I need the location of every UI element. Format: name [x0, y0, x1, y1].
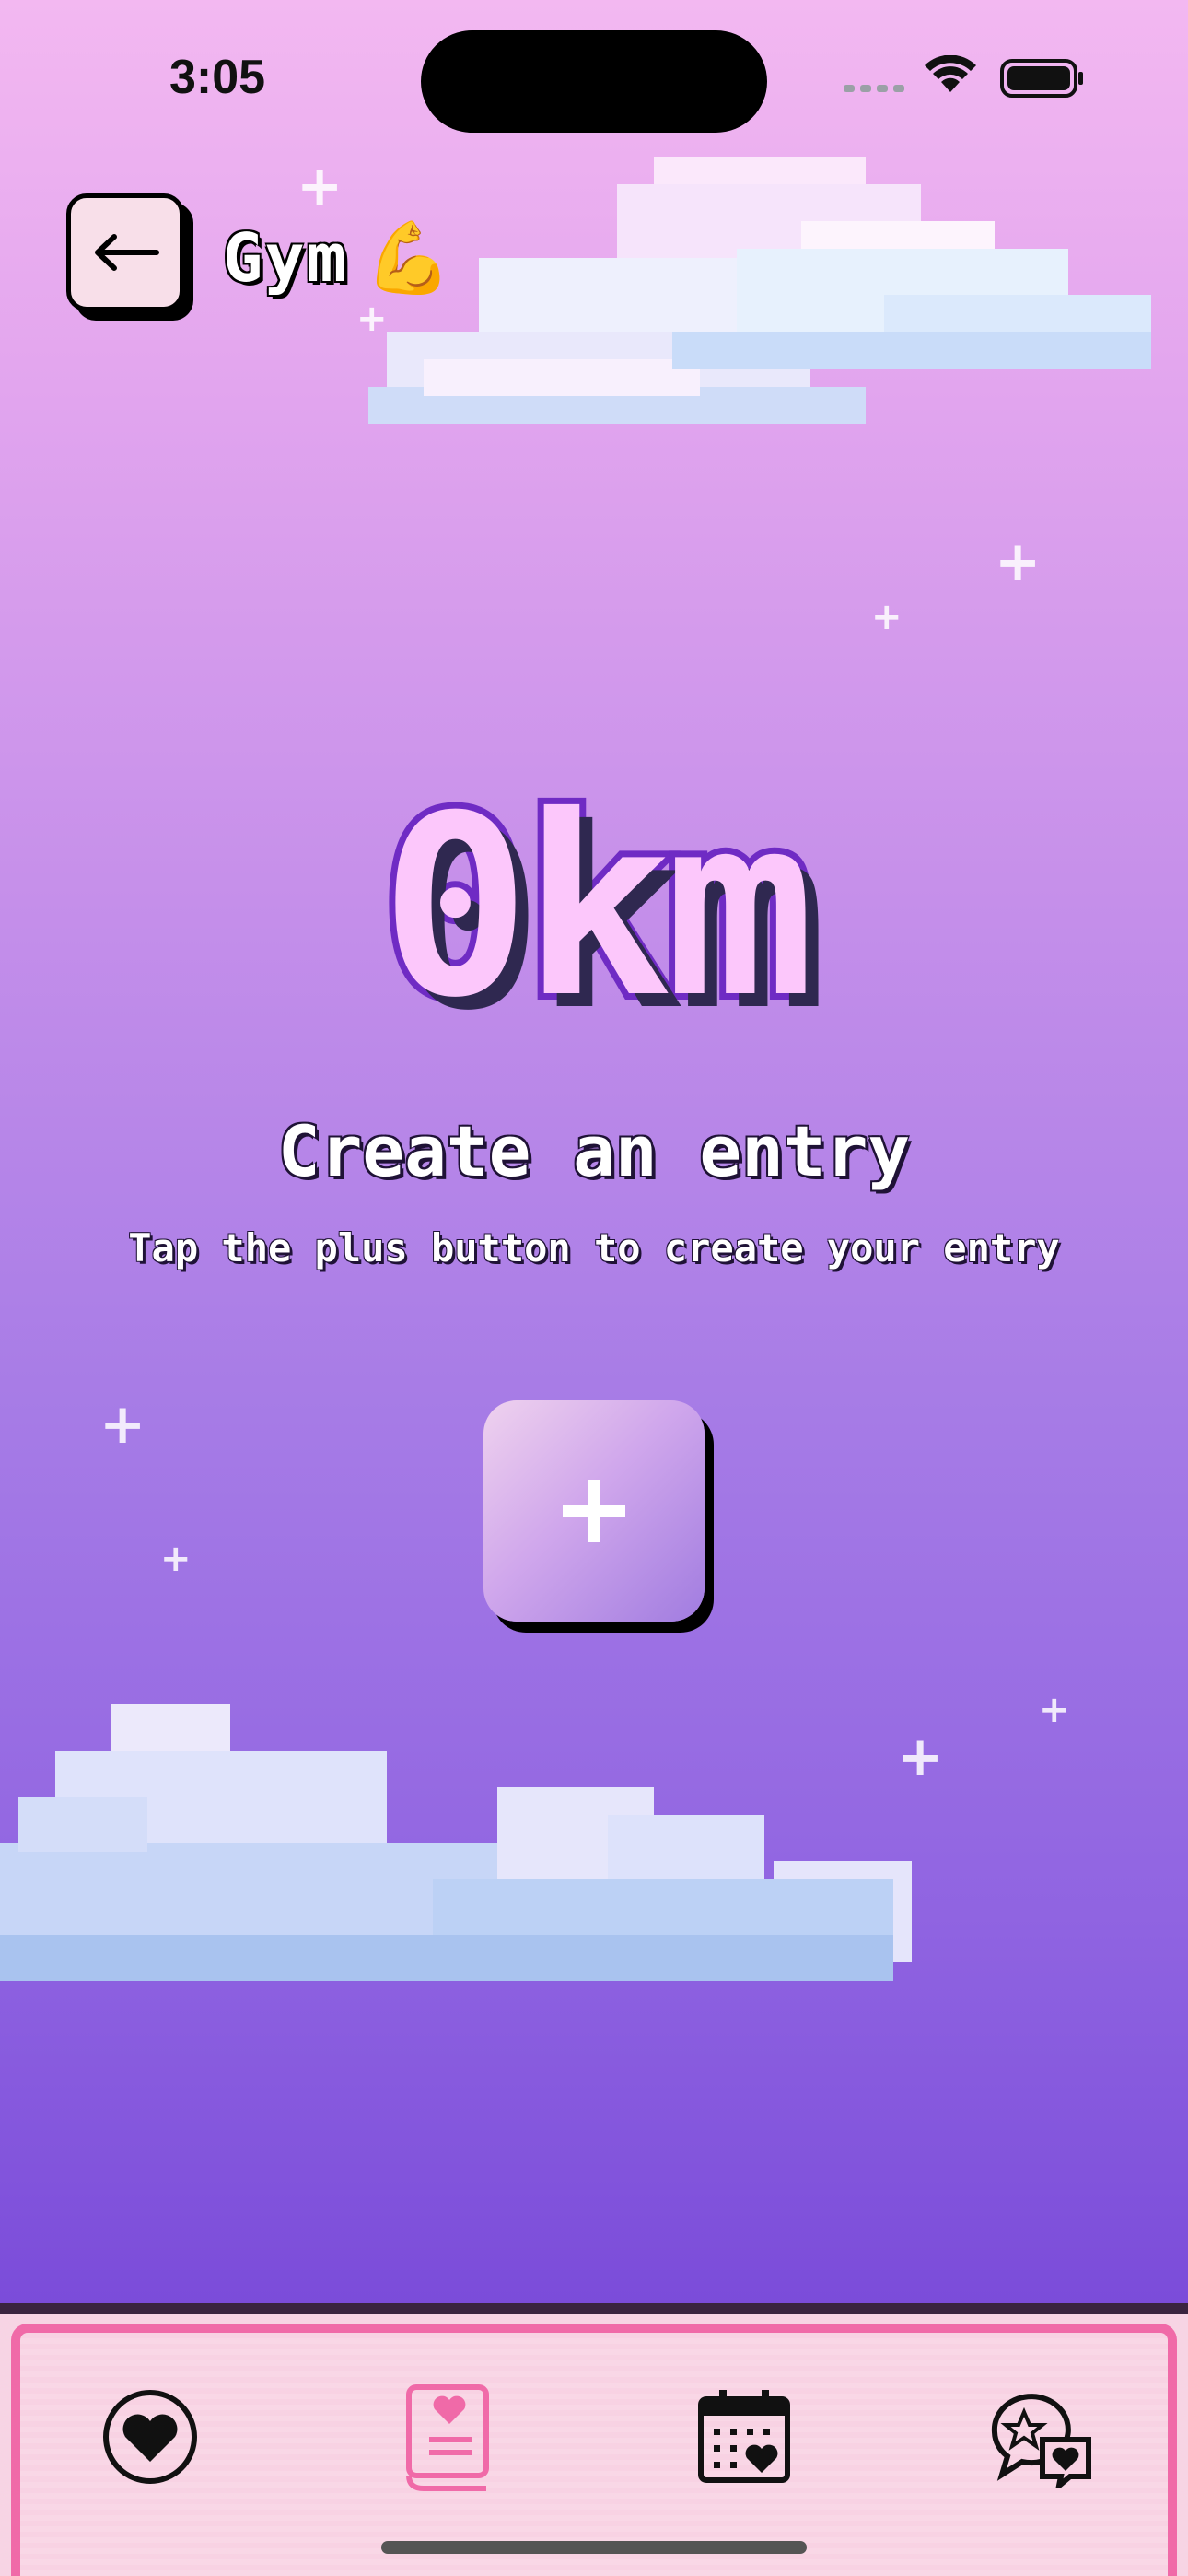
calendar-heart-icon	[698, 2390, 790, 2483]
dynamic-island	[421, 30, 767, 133]
tab-home[interactable]	[95, 2382, 205, 2492]
cloud-decoration-bottom	[0, 1704, 912, 1981]
cloud-decoration-top	[368, 157, 1151, 424]
battery-icon	[1000, 59, 1083, 98]
add-entry-button[interactable]	[483, 1400, 705, 1622]
cellular-signal-icon	[844, 54, 1083, 98]
home-indicator	[381, 2541, 807, 2554]
heart-circle-icon	[103, 2390, 197, 2484]
status-icons	[838, 54, 1087, 101]
sparkle-icon: +	[995, 530, 1042, 594]
tab-chat[interactable]	[985, 2382, 1096, 2492]
sparkle-icon: +	[1039, 1689, 1070, 1731]
sparkle-icon: +	[160, 1538, 192, 1580]
flexed-biceps-icon: 💪	[365, 217, 452, 299]
status-time: 3:05	[169, 51, 266, 104]
wifi-icon	[925, 54, 976, 92]
page-title-text: Gym	[223, 219, 349, 297]
tab-calendar[interactable]	[689, 2382, 799, 2492]
empty-state-title: Create an entry	[277, 1110, 911, 1192]
distance-total: 0km	[374, 762, 821, 1052]
arrow-left-icon	[95, 234, 159, 271]
sparkle-icon: +	[897, 1725, 944, 1789]
page-title: Gym 💪	[223, 217, 452, 299]
plus-icon	[563, 1480, 625, 1542]
chat-heart-icon	[991, 2394, 1091, 2488]
sparkle-icon: +	[356, 298, 388, 340]
empty-state-subtitle: Tap the plus button to create your entry	[128, 1225, 1060, 1270]
sparkle-icon: +	[99, 1392, 146, 1457]
tab-journal[interactable]	[391, 2382, 502, 2492]
heart-journal-icon	[406, 2384, 489, 2491]
sparkle-icon: +	[297, 154, 344, 218]
back-button[interactable]	[66, 193, 184, 311]
sparkle-icon: +	[871, 596, 903, 638]
